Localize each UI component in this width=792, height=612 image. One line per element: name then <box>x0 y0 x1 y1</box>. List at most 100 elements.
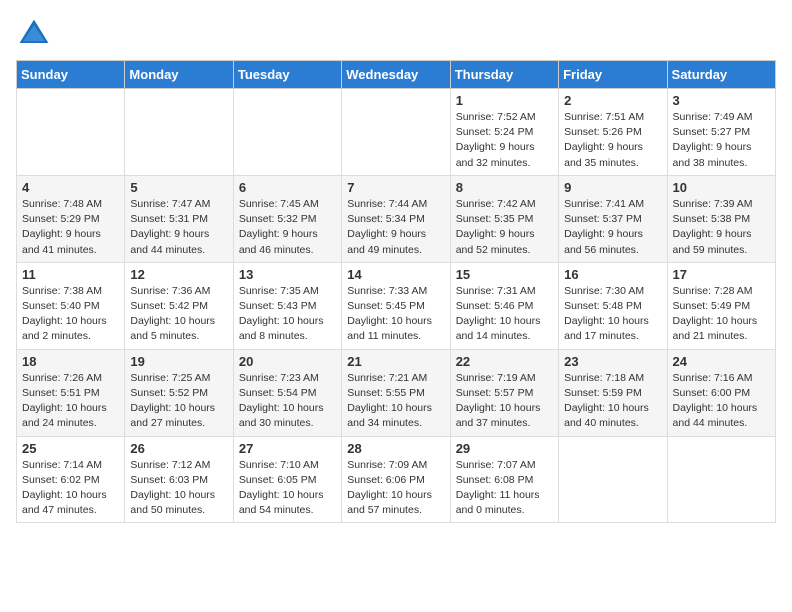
calendar-cell: 14Sunrise: 7:33 AM Sunset: 5:45 PM Dayli… <box>342 262 450 349</box>
day-info: Sunrise: 7:41 AM Sunset: 5:37 PM Dayligh… <box>564 197 661 258</box>
day-number: 12 <box>130 267 227 282</box>
calendar-cell <box>667 436 775 523</box>
day-info: Sunrise: 7:42 AM Sunset: 5:35 PM Dayligh… <box>456 197 553 258</box>
day-number: 18 <box>22 354 119 369</box>
calendar-cell: 24 Sunrise: 7:16 AM Sunset: 6:00 PM Dayli… <box>667 349 775 436</box>
calendar-header-saturday: Saturday <box>667 61 775 89</box>
day-info: Sunrise: 7:45 AM Sunset: 5:32 PM Dayligh… <box>239 197 336 258</box>
day-info: Sunrise: 7:09 AM Sunset: 6:06 PM Dayligh… <box>347 458 444 519</box>
calendar-cell: 6 Sunrise: 7:45 AM Sunset: 5:32 PM Daylig… <box>233 175 341 262</box>
day-number: 25 <box>22 441 119 456</box>
day-info: Sunrise: 7:39 AM Sunset: 5:38 PM Dayligh… <box>673 197 770 258</box>
day-info: Sunrise: 7:16 AM Sunset: 6:00 PM Dayligh… <box>673 371 770 432</box>
day-number: 17 <box>673 267 770 282</box>
day-number: 14 <box>347 267 444 282</box>
day-info: Sunrise: 7:38 AM Sunset: 5:40 PM Dayligh… <box>22 284 119 345</box>
calendar-cell: 3 Sunrise: 7:49 AM Sunset: 5:27 PM Daylig… <box>667 89 775 176</box>
calendar-cell: 23 Sunrise: 7:18 AM Sunset: 5:59 PM Dayli… <box>559 349 667 436</box>
day-number: 13 <box>239 267 336 282</box>
calendar-header-row: SundayMondayTuesdayWednesdayThursdayFrid… <box>17 61 776 89</box>
calendar-cell: 7 Sunrise: 7:44 AM Sunset: 5:34 PM Daylig… <box>342 175 450 262</box>
calendar-cell: 27 Sunrise: 7:10 AM Sunset: 6:05 PM Dayli… <box>233 436 341 523</box>
day-info: Sunrise: 7:12 AM Sunset: 6:03 PM Dayligh… <box>130 458 227 519</box>
calendar-cell <box>233 89 341 176</box>
day-number: 24 <box>673 354 770 369</box>
day-info: Sunrise: 7:25 AM Sunset: 5:52 PM Dayligh… <box>130 371 227 432</box>
day-number: 7 <box>347 180 444 195</box>
day-number: 23 <box>564 354 661 369</box>
calendar-cell: 17 Sunrise: 7:28 AM Sunset: 5:49 PM Dayli… <box>667 262 775 349</box>
day-info: Sunrise: 7:35 AM Sunset: 5:43 PM Dayligh… <box>239 284 336 345</box>
calendar-header-friday: Friday <box>559 61 667 89</box>
day-info: Sunrise: 7:44 AM Sunset: 5:34 PM Dayligh… <box>347 197 444 258</box>
day-number: 3 <box>673 93 770 108</box>
calendar-cell: 25 Sunrise: 7:14 AM Sunset: 6:02 PM Dayli… <box>17 436 125 523</box>
day-info: Sunrise: 7:47 AM Sunset: 5:31 PM Dayligh… <box>130 197 227 258</box>
logo-icon <box>16 16 52 52</box>
day-number: 26 <box>130 441 227 456</box>
calendar-cell: 16 Sunrise: 7:30 AM Sunset: 5:48 PM Dayli… <box>559 262 667 349</box>
calendar-cell: 2 Sunrise: 7:51 AM Sunset: 5:26 PM Daylig… <box>559 89 667 176</box>
calendar-cell: 21 Sunrise: 7:21 AM Sunset: 5:55 PM Dayli… <box>342 349 450 436</box>
calendar-header-thursday: Thursday <box>450 61 558 89</box>
day-info: Sunrise: 7:51 AM Sunset: 5:26 PM Dayligh… <box>564 110 661 171</box>
day-info: Sunrise: 7:10 AM Sunset: 6:05 PM Dayligh… <box>239 458 336 519</box>
calendar-cell: 5 Sunrise: 7:47 AM Sunset: 5:31 PM Daylig… <box>125 175 233 262</box>
calendar-cell: 8 Sunrise: 7:42 AM Sunset: 5:35 PM Daylig… <box>450 175 558 262</box>
calendar-cell: 10 Sunrise: 7:39 AM Sunset: 5:38 PM Dayli… <box>667 175 775 262</box>
day-number: 27 <box>239 441 336 456</box>
day-number: 2 <box>564 93 661 108</box>
day-number: 9 <box>564 180 661 195</box>
day-info: Sunrise: 7:18 AM Sunset: 5:59 PM Dayligh… <box>564 371 661 432</box>
day-info: Sunrise: 7:26 AM Sunset: 5:51 PM Dayligh… <box>22 371 119 432</box>
day-number: 11 <box>22 267 119 282</box>
calendar-header-sunday: Sunday <box>17 61 125 89</box>
calendar-cell <box>342 89 450 176</box>
calendar-header-monday: Monday <box>125 61 233 89</box>
calendar-cell: 20Sunrise: 7:23 AM Sunset: 5:54 PM Dayli… <box>233 349 341 436</box>
day-info: Sunrise: 7:28 AM Sunset: 5:49 PM Dayligh… <box>673 284 770 345</box>
day-info: Sunrise: 7:14 AM Sunset: 6:02 PM Dayligh… <box>22 458 119 519</box>
calendar-cell <box>559 436 667 523</box>
day-number: 1 <box>456 93 553 108</box>
day-info: Sunrise: 7:23 AM Sunset: 5:54 PM Dayligh… <box>239 371 336 432</box>
day-number: 8 <box>456 180 553 195</box>
day-info: Sunrise: 7:07 AM Sunset: 6:08 PM Dayligh… <box>456 458 553 519</box>
page-header <box>16 16 776 52</box>
calendar-cell: 11 Sunrise: 7:38 AM Sunset: 5:40 PM Dayli… <box>17 262 125 349</box>
day-number: 28 <box>347 441 444 456</box>
day-number: 16 <box>564 267 661 282</box>
day-number: 19 <box>130 354 227 369</box>
day-number: 5 <box>130 180 227 195</box>
calendar-week-row: 25 Sunrise: 7:14 AM Sunset: 6:02 PM Dayli… <box>17 436 776 523</box>
day-info: Sunrise: 7:30 AM Sunset: 5:48 PM Dayligh… <box>564 284 661 345</box>
day-info: Sunrise: 7:19 AM Sunset: 5:57 PM Dayligh… <box>456 371 553 432</box>
calendar-cell: 13 Sunrise: 7:35 AM Sunset: 5:43 PM Dayli… <box>233 262 341 349</box>
calendar-table: SundayMondayTuesdayWednesdayThursdayFrid… <box>16 60 776 523</box>
calendar-cell: 4Sunrise: 7:48 AM Sunset: 5:29 PM Daylig… <box>17 175 125 262</box>
day-number: 15 <box>456 267 553 282</box>
day-number: 6 <box>239 180 336 195</box>
calendar-header-wednesday: Wednesday <box>342 61 450 89</box>
day-info: Sunrise: 7:49 AM Sunset: 5:27 PM Dayligh… <box>673 110 770 171</box>
calendar-cell: 26 Sunrise: 7:12 AM Sunset: 6:03 PM Dayli… <box>125 436 233 523</box>
day-number: 22 <box>456 354 553 369</box>
calendar-cell: 15 Sunrise: 7:31 AM Sunset: 5:46 PM Dayli… <box>450 262 558 349</box>
day-info: Sunrise: 7:48 AM Sunset: 5:29 PM Dayligh… <box>22 197 119 258</box>
logo <box>16 16 56 52</box>
calendar-week-row: 4Sunrise: 7:48 AM Sunset: 5:29 PM Daylig… <box>17 175 776 262</box>
day-info: Sunrise: 7:52 AM Sunset: 5:24 PM Dayligh… <box>456 110 553 171</box>
day-number: 10 <box>673 180 770 195</box>
day-info: Sunrise: 7:36 AM Sunset: 5:42 PM Dayligh… <box>130 284 227 345</box>
calendar-cell: 18 Sunrise: 7:26 AM Sunset: 5:51 PM Dayli… <box>17 349 125 436</box>
calendar-cell <box>17 89 125 176</box>
day-info: Sunrise: 7:21 AM Sunset: 5:55 PM Dayligh… <box>347 371 444 432</box>
day-info: Sunrise: 7:31 AM Sunset: 5:46 PM Dayligh… <box>456 284 553 345</box>
calendar-cell: 19 Sunrise: 7:25 AM Sunset: 5:52 PM Dayli… <box>125 349 233 436</box>
day-number: 29 <box>456 441 553 456</box>
calendar-week-row: 1 Sunrise: 7:52 AM Sunset: 5:24 PM Daylig… <box>17 89 776 176</box>
calendar-cell: 28 Sunrise: 7:09 AM Sunset: 6:06 PM Dayli… <box>342 436 450 523</box>
day-number: 21 <box>347 354 444 369</box>
calendar-cell: 1 Sunrise: 7:52 AM Sunset: 5:24 PM Daylig… <box>450 89 558 176</box>
calendar-cell: 9 Sunrise: 7:41 AM Sunset: 5:37 PM Daylig… <box>559 175 667 262</box>
